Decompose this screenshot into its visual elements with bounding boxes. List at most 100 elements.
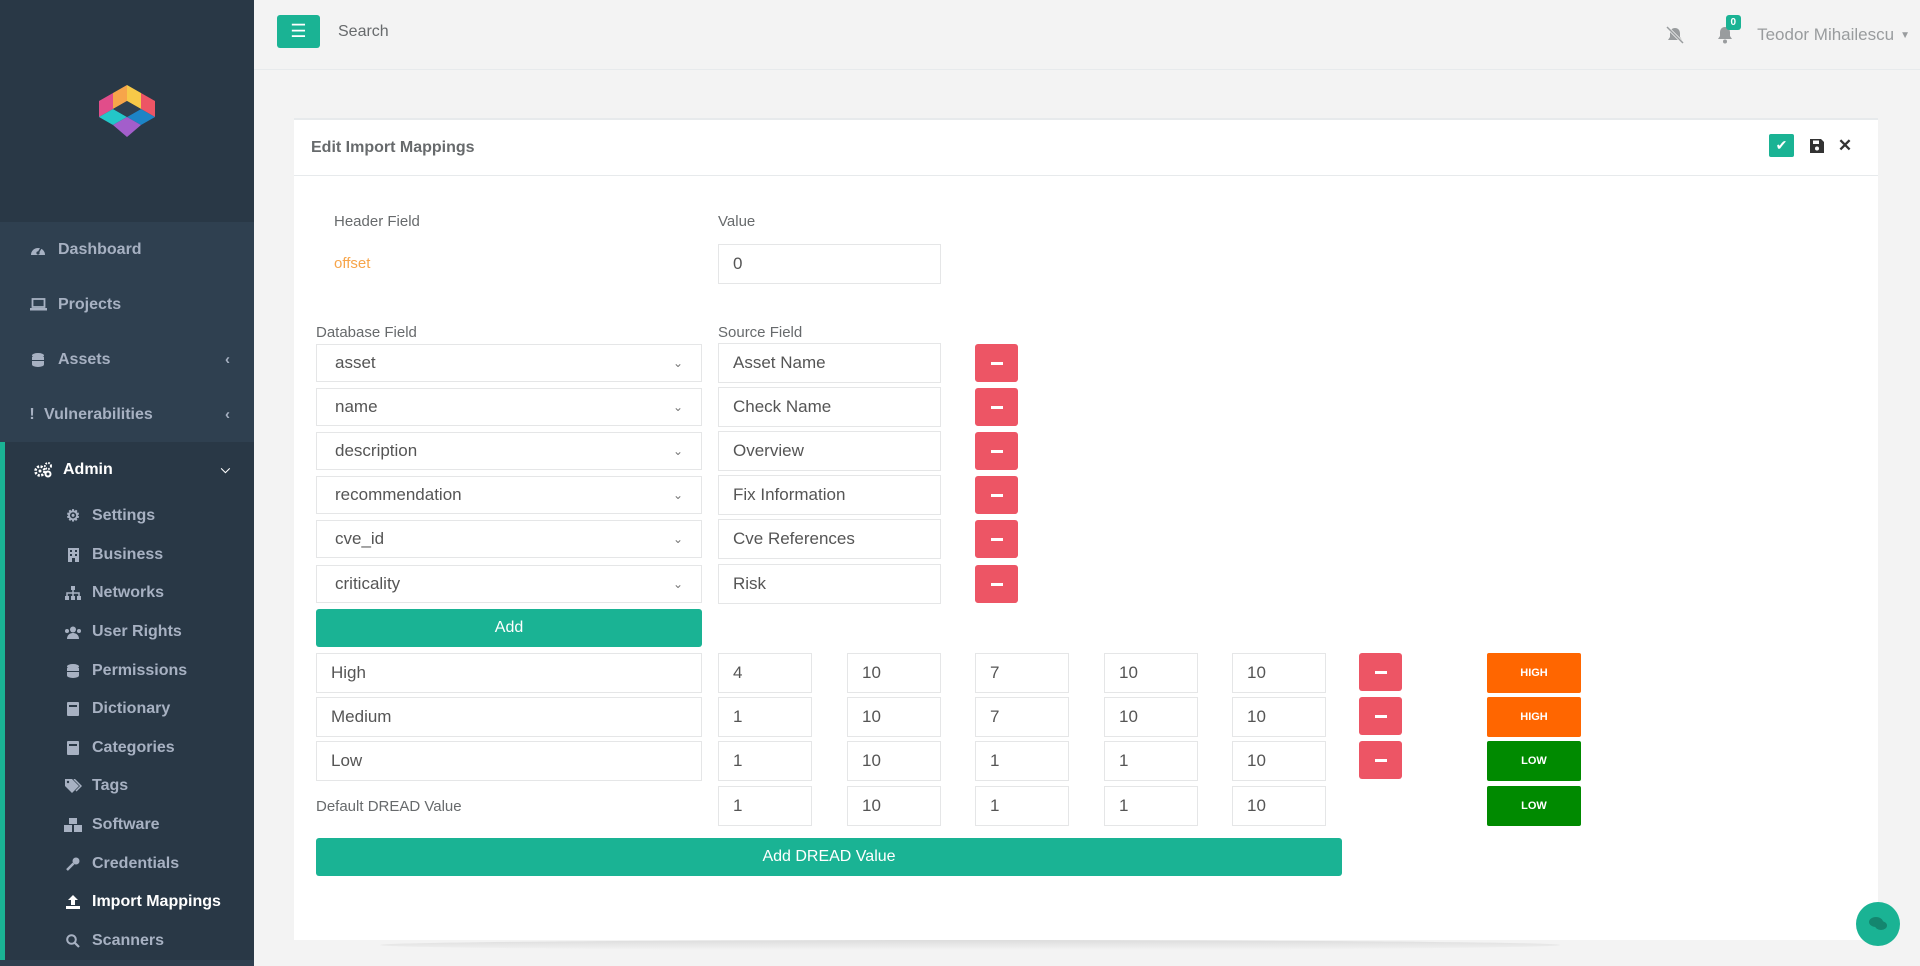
sidebar-item-projects[interactable]: Projects bbox=[0, 277, 254, 332]
select-value: recommendation bbox=[335, 485, 462, 504]
source-field-input[interactable]: Check Name bbox=[718, 387, 941, 427]
sidebar-item-permissions[interactable]: Permissions bbox=[5, 651, 254, 690]
remove-dread-button[interactable] bbox=[1359, 741, 1402, 779]
minus-icon bbox=[1374, 670, 1387, 674]
chevron-down-icon: ⌄ bbox=[672, 356, 683, 370]
remove-dread-button[interactable] bbox=[1359, 697, 1402, 735]
caret-down-icon: ▼ bbox=[1900, 29, 1910, 41]
close-icon: ✕ bbox=[1837, 135, 1853, 155]
sidebar-item-credentials[interactable]: Credentials bbox=[5, 844, 254, 883]
minus-icon bbox=[990, 449, 1003, 453]
sidebar-item-tags[interactable]: Tags bbox=[5, 767, 254, 806]
default-dread-affected-users-input[interactable]: 1 bbox=[1104, 786, 1198, 826]
logo-area bbox=[0, 0, 254, 222]
default-dread-damage-input[interactable]: 1 bbox=[718, 786, 812, 826]
sidebar-item-label: Settings bbox=[92, 507, 156, 525]
dread-level-badge: HIGH bbox=[1487, 697, 1581, 737]
user-menu[interactable]: Teodor Mihailescu ▼ bbox=[1757, 25, 1910, 45]
remove-dread-button[interactable] bbox=[1359, 653, 1402, 691]
remove-mapping-button[interactable] bbox=[975, 520, 1018, 558]
minus-icon bbox=[990, 361, 1003, 365]
dread-affected-users-input[interactable]: 10 bbox=[1104, 697, 1198, 737]
sidebar-item-software[interactable]: Software bbox=[5, 806, 254, 845]
chat-button[interactable] bbox=[1856, 902, 1900, 946]
edit-import-mappings-panel: Edit Import Mappings ✔ ✕ Header Field Va… bbox=[294, 118, 1878, 940]
database-field-select[interactable]: cve_id ⌄ bbox=[316, 520, 702, 558]
source-field-input[interactable]: Asset Name bbox=[718, 343, 941, 383]
source-field-input[interactable]: Overview bbox=[718, 431, 941, 471]
logo-icon bbox=[99, 85, 155, 137]
sidebar-item-label: Software bbox=[92, 816, 160, 834]
dread-reproducibility-input[interactable]: 10 bbox=[847, 697, 941, 737]
dread-affected-users-input[interactable]: 10 bbox=[1104, 653, 1198, 693]
panel-header: Edit Import Mappings ✔ ✕ bbox=[294, 120, 1878, 176]
chat-icon bbox=[1869, 917, 1887, 930]
sidebar-item-networks[interactable]: Networks bbox=[5, 574, 254, 613]
dread-discoverability-input[interactable]: 10 bbox=[1232, 653, 1326, 693]
menu-toggle-button[interactable]: ☰ bbox=[277, 15, 320, 48]
chevron-left-icon: ‹ bbox=[225, 351, 230, 368]
dread-discoverability-input[interactable]: 10 bbox=[1232, 741, 1326, 781]
sidebar-item-label: Vulnerabilities bbox=[44, 405, 153, 423]
dread-name-input[interactable]: Low bbox=[316, 741, 702, 781]
dread-damage-input[interactable]: 4 bbox=[718, 653, 812, 693]
topbar-right: 0 Teodor Mihailescu ▼ bbox=[1657, 0, 1910, 70]
header-value-input[interactable]: 0 bbox=[718, 244, 941, 284]
dread-damage-input[interactable]: 1 bbox=[718, 741, 812, 781]
notification-badge: 0 bbox=[1725, 15, 1742, 30]
user-name: Teodor Mihailescu bbox=[1757, 25, 1895, 44]
book-icon bbox=[64, 702, 82, 717]
remove-mapping-button[interactable] bbox=[975, 565, 1018, 603]
dread-exploitability-input[interactable]: 1 bbox=[975, 741, 1069, 781]
sidebar-item-import-mappings[interactable]: Import Mappings bbox=[5, 883, 254, 922]
sidebar-item-user-rights[interactable]: User Rights bbox=[5, 613, 254, 652]
database-field-select[interactable]: criticality ⌄ bbox=[316, 565, 702, 603]
sidebar-item-business[interactable]: Business bbox=[5, 536, 254, 575]
database-field-select[interactable]: recommendation ⌄ bbox=[316, 476, 702, 514]
database-field-select[interactable]: asset ⌄ bbox=[316, 344, 702, 382]
remove-mapping-button[interactable] bbox=[975, 432, 1018, 470]
default-dread-reproducibility-input[interactable]: 10 bbox=[847, 786, 941, 826]
dread-name-input[interactable]: High bbox=[316, 653, 702, 693]
dread-damage-input[interactable]: 1 bbox=[718, 697, 812, 737]
sidebar-item-dashboard[interactable]: Dashboard bbox=[0, 222, 254, 277]
remove-mapping-button[interactable] bbox=[975, 476, 1018, 514]
notifications-button[interactable]: 0 bbox=[1707, 15, 1743, 53]
database-field-select[interactable]: description ⌄ bbox=[316, 432, 702, 470]
notifications-off-button[interactable] bbox=[1657, 17, 1693, 53]
sidebar-item-vulnerabilities[interactable]: ! Vulnerabilities ‹ bbox=[0, 387, 254, 442]
dread-exploitability-input[interactable]: 7 bbox=[975, 697, 1069, 737]
remove-mapping-button[interactable] bbox=[975, 388, 1018, 426]
source-field-input[interactable]: Fix Information bbox=[718, 475, 941, 515]
default-dread-exploitability-input[interactable]: 1 bbox=[975, 786, 1069, 826]
dread-exploitability-input[interactable]: 7 bbox=[975, 653, 1069, 693]
sidebar-item-categories[interactable]: Categories bbox=[5, 729, 254, 768]
dread-discoverability-input[interactable]: 10 bbox=[1232, 697, 1326, 737]
add-mapping-button[interactable]: Add bbox=[316, 609, 702, 647]
dread-name-input[interactable]: Medium bbox=[316, 697, 702, 737]
source-field-input[interactable]: Risk bbox=[718, 564, 941, 604]
sidebar-item-label: Scanners bbox=[92, 931, 165, 949]
search-input[interactable]: Search bbox=[338, 23, 389, 41]
default-dread-discoverability-input[interactable]: 10 bbox=[1232, 786, 1326, 826]
sidebar-item-dictionary[interactable]: Dictionary bbox=[5, 690, 254, 729]
chevron-down-icon: ⌄ bbox=[672, 444, 683, 458]
sidebar: Dashboard Projects Assets ‹ ! Vulnerabil… bbox=[0, 0, 254, 966]
bell-slash-icon bbox=[1666, 26, 1685, 44]
sidebar-item-label: Credentials bbox=[92, 854, 180, 872]
dread-affected-users-input[interactable]: 1 bbox=[1104, 741, 1198, 781]
add-dread-value-button[interactable]: Add DREAD Value bbox=[316, 838, 1342, 876]
sidebar-item-scanners[interactable]: Scanners bbox=[5, 922, 254, 961]
sidebar-item-assets[interactable]: Assets ‹ bbox=[0, 332, 254, 387]
close-button[interactable]: ✕ bbox=[1836, 135, 1854, 155]
database-field-select[interactable]: name ⌄ bbox=[316, 388, 702, 426]
dread-reproducibility-input[interactable]: 10 bbox=[847, 653, 941, 693]
dread-reproducibility-input[interactable]: 10 bbox=[847, 741, 941, 781]
confirm-button[interactable]: ✔ bbox=[1769, 134, 1794, 157]
sidebar-item-settings[interactable]: ⚙ Settings bbox=[5, 497, 254, 536]
hamburger-icon: ☰ bbox=[290, 21, 307, 41]
sidebar-item-admin[interactable]: Admin ⌵ bbox=[0, 442, 254, 497]
save-button[interactable] bbox=[1808, 137, 1826, 155]
remove-mapping-button[interactable] bbox=[975, 344, 1018, 382]
source-field-input[interactable]: Cve References bbox=[718, 519, 941, 559]
